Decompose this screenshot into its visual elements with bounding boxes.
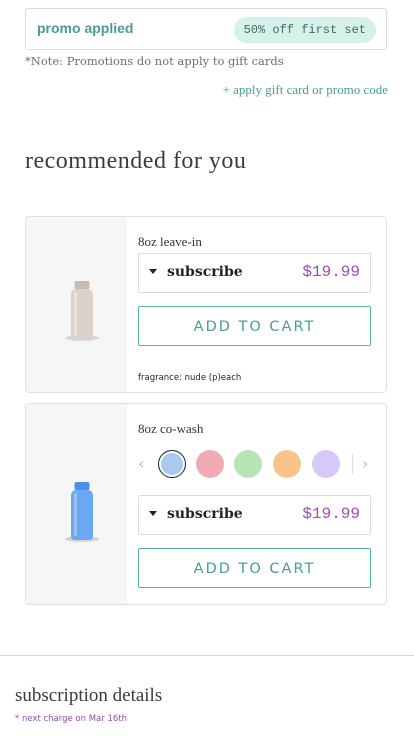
plan-label: subscribe — [167, 506, 243, 522]
product-card: 8oz co-wash ‹ › subscribe $19.99 ADD TO … — [25, 403, 387, 605]
product-card: 8oz leave-in subscribe $19.99 ADD TO CAR… — [25, 216, 387, 393]
price: $19.99 — [302, 505, 360, 523]
apply-gift-card-link[interactable]: + apply gift card or promo code — [223, 82, 388, 98]
divider — [0, 655, 414, 656]
next-charge-note: * next charge on Mar 16th — [15, 714, 127, 724]
caret-down-icon — [149, 511, 157, 516]
subscription-select[interactable]: subscribe $19.99 — [138, 495, 371, 535]
promo-note: *Note: Promotions do not apply to gift c… — [25, 54, 284, 68]
bottle-blue-icon — [65, 482, 99, 542]
fragrance-label: fragrance: nude (p)each — [138, 373, 242, 383]
bottle-beige-icon — [65, 281, 99, 341]
color-swatch[interactable] — [234, 450, 262, 478]
add-to-cart-button[interactable]: ADD TO CART — [138, 548, 371, 588]
color-swatch[interactable] — [312, 450, 340, 478]
price: $19.99 — [302, 263, 360, 281]
caret-down-icon — [149, 269, 157, 274]
color-swatch[interactable] — [196, 450, 224, 478]
color-swatch[interactable] — [158, 450, 186, 478]
plan-label: subscribe — [167, 264, 243, 280]
color-swatch[interactable] — [273, 450, 301, 478]
recommended-title: recommended for you — [25, 148, 247, 174]
promo-banner: promo applied 50% off first set — [25, 8, 387, 50]
add-to-cart-button[interactable]: ADD TO CART — [138, 306, 371, 346]
chevron-left-icon[interactable]: ‹ — [138, 454, 144, 473]
subscription-select[interactable]: subscribe $19.99 — [138, 253, 371, 293]
product-image[interactable] — [26, 404, 127, 604]
color-swatches: ‹ › — [138, 447, 371, 481]
promo-badge: 50% off first set — [233, 17, 376, 43]
product-name: 8oz co-wash — [138, 421, 204, 436]
product-image[interactable] — [26, 217, 127, 392]
product-name: 8oz leave-in — [138, 234, 202, 249]
promo-applied-label: promo applied — [37, 20, 134, 36]
swatch-divider — [352, 454, 353, 474]
subscription-details-title: subscription details — [15, 685, 163, 706]
chevron-right-icon[interactable]: › — [362, 454, 368, 473]
